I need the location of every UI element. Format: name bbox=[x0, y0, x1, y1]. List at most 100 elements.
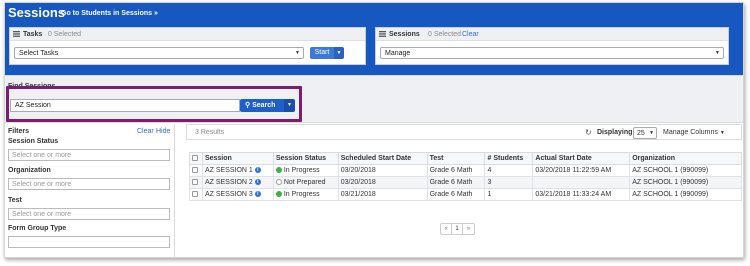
find-sessions-bar: Find Sessions ⚲ Search ▼ bbox=[5, 75, 743, 123]
tasks-selected-count: 0 Selected bbox=[48, 31, 82, 38]
manage-columns-label: Manage Columns bbox=[663, 129, 718, 136]
refresh-icon[interactable]: ↻ bbox=[585, 128, 592, 137]
sessions-select-value: Manage bbox=[385, 50, 411, 57]
filter-form-group-type-input[interactable] bbox=[8, 236, 170, 248]
students-in-sessions-link[interactable]: Go to Students in Sessions » bbox=[61, 10, 158, 17]
chevron-down-icon: ▼ bbox=[715, 50, 720, 56]
app-window: Sessions Go to Students in Sessions » Ta… bbox=[4, 2, 744, 258]
info-icon[interactable]: i bbox=[254, 191, 261, 198]
session-cell: AZ SESSION 2i bbox=[201, 176, 274, 189]
column-header-students[interactable]: # Students bbox=[484, 152, 534, 165]
row-checkbox[interactable] bbox=[192, 167, 198, 174]
tasks-select-value: Select Tasks bbox=[19, 50, 59, 57]
organization-cell: AZ SCHOOL 1 (990099) bbox=[629, 164, 742, 177]
page-title: Sessions bbox=[8, 5, 66, 20]
filter-placeholder: Select one or more bbox=[12, 181, 72, 188]
chevron-down-icon: ▼ bbox=[295, 50, 300, 56]
status-cell: Not Prepared bbox=[272, 176, 339, 189]
sessions-selected-count: 0 Selected bbox=[428, 31, 462, 38]
column-header-organization[interactable]: Organization bbox=[629, 152, 742, 165]
status-dot-icon bbox=[275, 179, 282, 186]
list-icon bbox=[379, 31, 386, 37]
sessions-manage-select[interactable]: Manage ▼ bbox=[380, 47, 724, 59]
row-checkbox[interactable] bbox=[192, 179, 198, 186]
search-dropdown-button[interactable]: ▼ bbox=[284, 99, 295, 112]
scheduled-date-cell: 03/21/2018 bbox=[337, 188, 428, 201]
displaying-label: Displaying bbox=[597, 129, 633, 136]
column-header-session[interactable]: Session bbox=[201, 152, 274, 165]
organization-cell: AZ SCHOOL 1 (990099) bbox=[629, 176, 742, 189]
status-cell: In Progress bbox=[272, 188, 339, 201]
table-row: AZ SESSION 1i In Progress 03/20/2018 Gra… bbox=[189, 164, 742, 177]
tasks-panel-header: Tasks 0 Selected bbox=[10, 28, 365, 41]
filter-test-input[interactable]: Select one or more bbox=[8, 208, 170, 220]
search-button[interactable]: ⚲ Search bbox=[240, 99, 284, 112]
filter-organization-input[interactable]: Select one or more bbox=[8, 178, 170, 190]
session-name[interactable]: AZ SESSION 3 bbox=[205, 191, 253, 198]
session-cell: AZ SESSION 3i bbox=[201, 188, 274, 201]
pager-page-1[interactable]: 1 bbox=[452, 224, 463, 234]
session-name[interactable]: AZ SESSION 2 bbox=[205, 179, 253, 186]
test-cell: Grade 6 Math bbox=[426, 164, 486, 177]
tasks-select[interactable]: Select Tasks ▼ bbox=[14, 47, 304, 59]
session-name[interactable]: AZ SESSION 1 bbox=[205, 167, 253, 174]
students-cell: 1 bbox=[484, 188, 534, 201]
students-cell: 3 bbox=[484, 176, 534, 189]
table-row: AZ SESSION 3i In Progress 03/21/2018 Gra… bbox=[189, 188, 742, 201]
session-cell: AZ SESSION 1i bbox=[201, 164, 274, 177]
tasks-panel: Tasks 0 Selected Select Tasks ▼ Start ▼ bbox=[9, 27, 366, 65]
column-header-test[interactable]: Test bbox=[426, 152, 486, 165]
info-icon[interactable]: i bbox=[254, 167, 261, 174]
sessions-clear-link[interactable]: Clear bbox=[462, 31, 479, 38]
table-row: AZ SESSION 2i Not Prepared 03/20/2018 Gr… bbox=[189, 176, 742, 189]
chevron-down-icon: ▼ bbox=[649, 130, 654, 136]
filter-label-form-group-type: Form Group Type bbox=[8, 225, 67, 232]
sessions-panel: Sessions 0 Selected Clear Manage ▼ bbox=[375, 27, 729, 65]
status-cell: In Progress bbox=[272, 164, 339, 177]
find-sessions-title: Find Sessions bbox=[8, 83, 56, 90]
session-search-input[interactable] bbox=[11, 100, 239, 111]
column-header-scheduled-start-date[interactable]: Scheduled Start Date bbox=[337, 152, 428, 165]
status-text: In Progress bbox=[283, 191, 320, 198]
status-text: In Progress bbox=[283, 167, 320, 174]
list-icon bbox=[13, 31, 20, 37]
results-toolbar: 3 Results ↻ Displaying 25 ▼ Manage Colum… bbox=[186, 124, 742, 140]
filters-sidebar: Filters Clear Hide Session Status Select… bbox=[5, 124, 175, 257]
session-search-field[interactable] bbox=[10, 99, 240, 112]
page-size-value: 25 bbox=[637, 130, 645, 137]
results-panel: 3 Results ↻ Displaying 25 ▼ Manage Colum… bbox=[186, 124, 742, 257]
filter-label-session-status: Session Status bbox=[8, 138, 59, 145]
column-header-session-status[interactable]: Session Status bbox=[272, 152, 339, 165]
start-button[interactable]: Start bbox=[310, 47, 334, 59]
info-icon[interactable]: i bbox=[254, 179, 261, 186]
select-all-checkbox[interactable] bbox=[192, 155, 198, 162]
manage-columns-dropdown[interactable]: Manage Columns ▼ bbox=[663, 129, 725, 136]
row-select-cell bbox=[189, 164, 203, 177]
pager-next-button[interactable]: » bbox=[463, 224, 474, 234]
search-button-label: Search bbox=[252, 102, 276, 109]
search-icon: ⚲ bbox=[245, 102, 251, 109]
filter-session-status-input[interactable]: Select one or more bbox=[8, 149, 170, 161]
filters-hide-link[interactable]: Hide bbox=[156, 128, 170, 135]
pager-prev-button[interactable]: « bbox=[441, 224, 452, 234]
actual-date-cell: 03/21/2018 11:33:24 AM bbox=[532, 188, 631, 201]
students-cell: 4 bbox=[484, 164, 534, 177]
row-select-cell bbox=[189, 176, 203, 189]
row-checkbox[interactable] bbox=[192, 191, 198, 198]
start-dropdown-button[interactable]: ▼ bbox=[334, 47, 344, 59]
sessions-panel-pointer bbox=[377, 65, 393, 72]
page-size-select[interactable]: 25 ▼ bbox=[633, 127, 657, 139]
scheduled-date-cell: 03/20/2018 bbox=[337, 176, 428, 189]
status-dot-icon bbox=[275, 167, 282, 174]
filters-clear-link[interactable]: Clear bbox=[137, 128, 154, 135]
organization-cell: AZ SCHOOL 1 (990099) bbox=[629, 188, 742, 201]
filter-placeholder: Select one or more bbox=[12, 211, 72, 218]
sessions-title: Sessions bbox=[389, 31, 420, 38]
actual-date-cell bbox=[532, 176, 631, 189]
table-header-row: Session Session Status Scheduled Start D… bbox=[189, 152, 742, 165]
test-cell: Grade 6 Math bbox=[426, 176, 486, 189]
column-header-actual-start-date[interactable]: Actual Start Date bbox=[532, 152, 631, 165]
filter-label-test: Test bbox=[8, 197, 22, 204]
results-count: 3 Results bbox=[195, 129, 225, 136]
status-text: Not Prepared bbox=[283, 179, 326, 186]
